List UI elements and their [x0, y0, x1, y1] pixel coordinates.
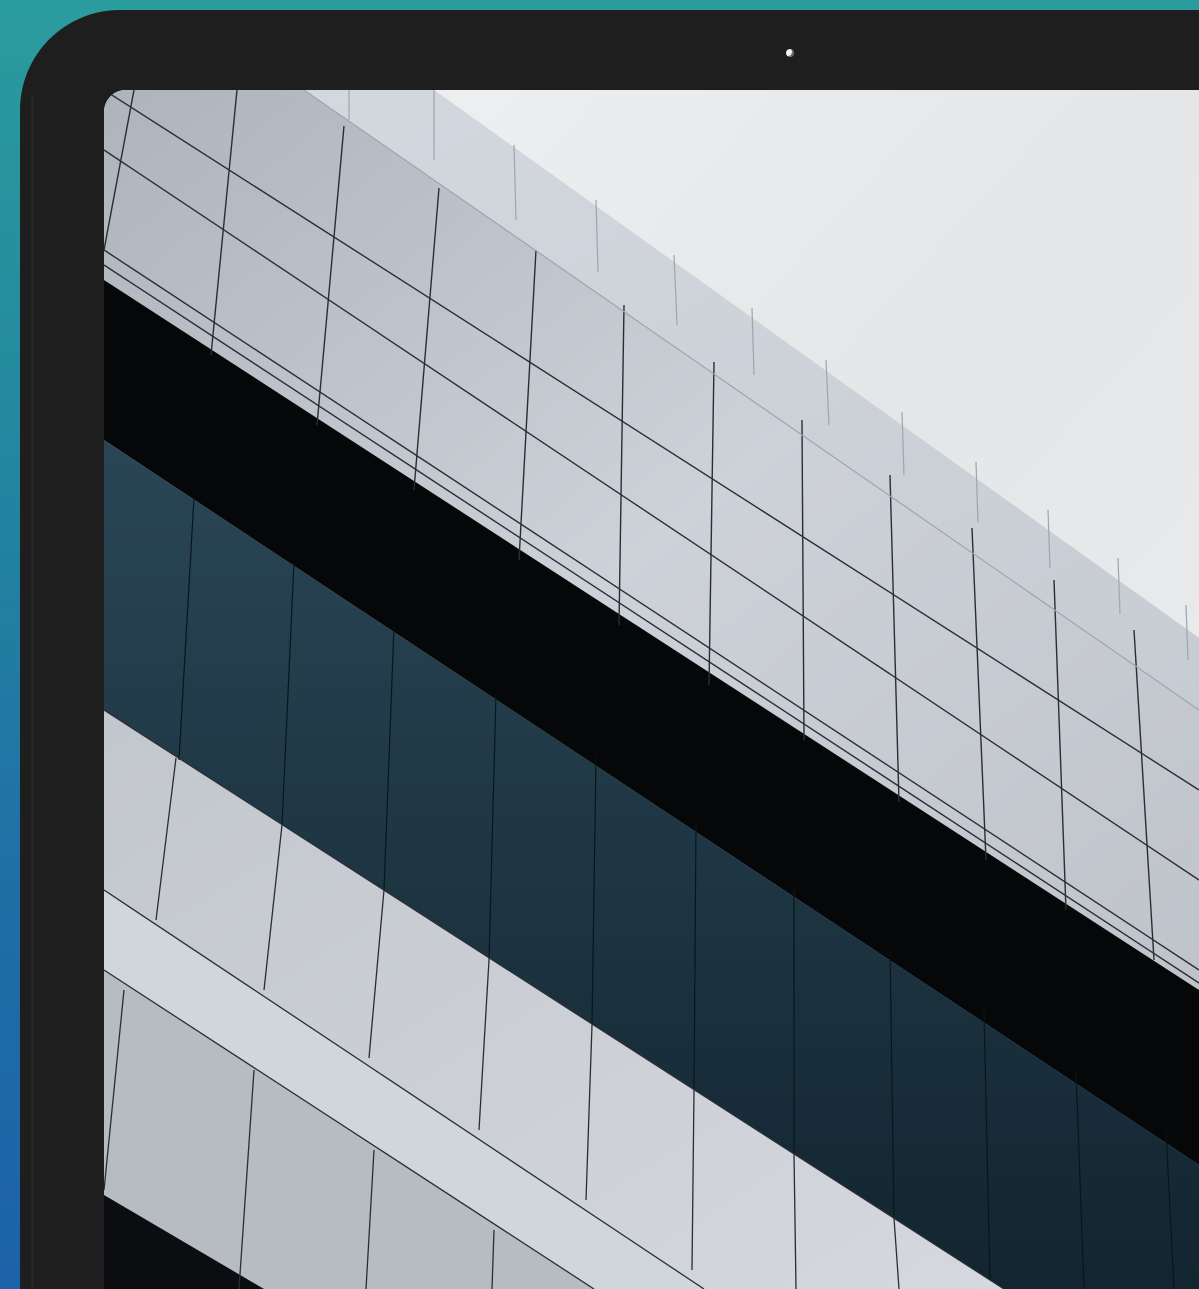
wallpaper-photo: [104, 90, 1199, 1289]
tablet-screen: [104, 90, 1199, 1289]
camera-icon: [786, 49, 794, 57]
background-gradient: [0, 0, 1199, 1289]
bezel-inner-edge: [31, 96, 34, 1289]
